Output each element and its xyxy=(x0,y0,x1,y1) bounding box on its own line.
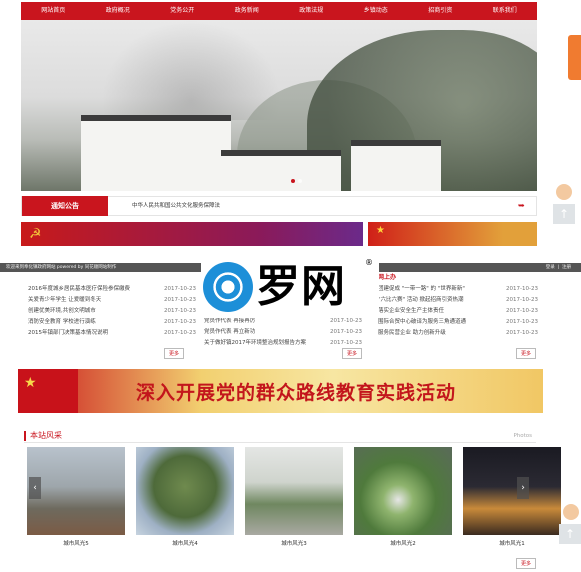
more-button-middle[interactable]: 更多 xyxy=(342,348,362,359)
column-head-right: 网上办 xyxy=(378,274,397,281)
news-column-right: 网上办 团建促成 "一带一路" 的 "世界新新" 2017-10-23 "六比六赛… xyxy=(378,272,538,364)
gallery-item[interactable]: 城市风光2 xyxy=(354,447,452,547)
gallery-caption: 城市风光3 xyxy=(281,541,307,547)
logo-mark-icon xyxy=(203,262,253,312)
nav-item-contact[interactable]: 联系我们 xyxy=(473,2,538,20)
list-item[interactable]: 消防安全教育 学校进行演练 2017-10-23 xyxy=(28,317,196,328)
nav-item-gov-overview[interactable]: 政府概况 xyxy=(86,2,151,20)
notice-tag: 通知公告 xyxy=(22,196,108,216)
back-to-top-button[interactable]: ↑ xyxy=(553,204,575,224)
slide-dot-active[interactable] xyxy=(291,179,295,183)
page: 网站首页 政府概况 党务公开 政务新闻 政策法规 乡镇动态 招商引资 联系我们 … xyxy=(0,0,581,572)
gallery-subtitle: Photos xyxy=(513,433,532,439)
more-button-gallery[interactable]: 更多 xyxy=(516,558,536,569)
section-marker xyxy=(24,431,26,441)
service-avatar-icon[interactable] xyxy=(556,184,572,200)
site-logo: 罗网 ® xyxy=(201,258,379,318)
service-avatar-icon-2[interactable] xyxy=(563,504,579,520)
hero-tree xyxy=(101,20,281,120)
slide-indicators xyxy=(291,179,302,183)
list-item[interactable]: 创建优美环境,共创文明城市 2017-10-23 xyxy=(28,306,196,317)
notice-link[interactable]: 中华人民共和国公共文化服务保障法 xyxy=(132,197,220,215)
party-emblem-icon: ☭ xyxy=(29,226,42,242)
gallery-prev-button[interactable]: ‹ xyxy=(29,477,41,499)
photo-gallery: 城市风光5 城市风光4 城市风光3 城市风光2 城市风光1 ‹ › xyxy=(27,447,561,547)
hero-slideshow[interactable] xyxy=(21,20,537,191)
list-item[interactable]: 围际合贸中心破译为服务三角通道通 2017-10-23 xyxy=(378,317,538,328)
gallery-title: 本站风采 xyxy=(30,431,62,440)
gallery-item[interactable]: 城市风光5 xyxy=(27,447,125,547)
gallery-caption: 城市风光4 xyxy=(172,541,198,547)
party-band-right: ★ xyxy=(368,222,537,246)
gallery-photo xyxy=(354,447,452,535)
logo-text: 罗网 xyxy=(256,261,346,312)
nav-item-news[interactable]: 政务新闻 xyxy=(215,2,280,20)
star-icon: ★ xyxy=(376,225,385,236)
nav-item-investment[interactable]: 招商引资 xyxy=(408,2,473,20)
nav-item-towns[interactable]: 乡镇动态 xyxy=(344,2,409,20)
list-item[interactable]: 党员作代表 再立新功 2017-10-23 xyxy=(204,327,362,338)
gallery-photo xyxy=(245,447,343,535)
auth-links: 登录 | 注册 xyxy=(545,265,571,270)
gallery-header: 本站风采 Photos xyxy=(24,429,536,443)
list-item[interactable]: 服务民营企业 助力创新升级 2017-10-23 xyxy=(378,328,538,339)
gallery-item[interactable]: 城市风光4 xyxy=(136,447,234,547)
banner-text: 深入开展党的群众路线教育实践活动 xyxy=(136,382,457,404)
column-head xyxy=(28,272,196,284)
gallery-caption: 城市风光2 xyxy=(390,541,416,547)
gallery-photo xyxy=(136,447,234,535)
slide-dot[interactable] xyxy=(298,179,302,183)
list-item[interactable]: 团建促成 "一带一路" 的 "世界新新" 2017-10-23 xyxy=(378,284,538,295)
exit-icon[interactable]: ➥ xyxy=(518,201,528,211)
list-item[interactable]: 2016年度城乡居民基本医疗保险参保缴费 2017-10-23 xyxy=(28,284,196,295)
list-item[interactable]: 关于做好镇2017年环境整治规划报告方案 2017-10-23 xyxy=(204,338,362,349)
gallery-photo xyxy=(27,447,125,535)
notice-bar: 通知公告 中华人民共和国公共文化服务保障法 ➥ xyxy=(21,196,537,216)
registered-mark: ® xyxy=(365,258,373,267)
top-nav: 网站首页 政府概况 党务公开 政务新闻 政策法规 乡镇动态 招商引资 联系我们 xyxy=(21,2,537,20)
register-link[interactable]: 注册 xyxy=(562,265,571,270)
nav-item-party[interactable]: 党务公开 xyxy=(150,2,215,20)
gallery-item[interactable]: 城市风光1 xyxy=(463,447,561,547)
side-float-tab[interactable] xyxy=(568,35,581,80)
party-flag: ★ xyxy=(18,369,78,413)
gallery-next-button[interactable]: › xyxy=(517,477,529,499)
star-icon: ★ xyxy=(24,375,37,391)
login-link[interactable]: 登录 xyxy=(546,265,555,270)
gallery-item[interactable]: 城市风光3 xyxy=(245,447,343,547)
campaign-banner[interactable]: ★ 深入开展党的群众路线教育实践活动 xyxy=(18,369,543,413)
nav-item-policy[interactable]: 政策法规 xyxy=(279,2,344,20)
list-item[interactable]: 落实企业安全生产主体责任 2017-10-23 xyxy=(378,306,538,317)
hero-house-3 xyxy=(351,140,441,191)
list-item[interactable]: 2015年镇部门决策基本情况说明 2017-10-23 xyxy=(28,328,196,339)
gallery-caption: 城市风光5 xyxy=(63,541,89,547)
list-item[interactable]: 关爱青少年学生 让爱暖到冬天 2017-10-23 xyxy=(28,295,196,306)
welcome-text: 欢迎来到奉化镇政府网站 powered by 同花顺网站制作 xyxy=(6,265,117,270)
gallery-caption: 城市风光1 xyxy=(499,541,525,547)
hero-house-2 xyxy=(221,150,341,191)
hero-house-1 xyxy=(81,115,231,191)
more-button-right[interactable]: 更多 xyxy=(516,348,536,359)
nav-item-home[interactable]: 网站首页 xyxy=(21,2,86,20)
list-item[interactable]: "六比六赛" 活动 掀起招商引资热潮 2017-10-23 xyxy=(378,295,538,306)
back-to-top-button-2[interactable]: ↑ xyxy=(559,524,581,544)
more-button-left[interactable]: 更多 xyxy=(164,348,184,359)
party-band-left: ☭ xyxy=(21,222,363,246)
gallery-photo xyxy=(463,447,561,535)
